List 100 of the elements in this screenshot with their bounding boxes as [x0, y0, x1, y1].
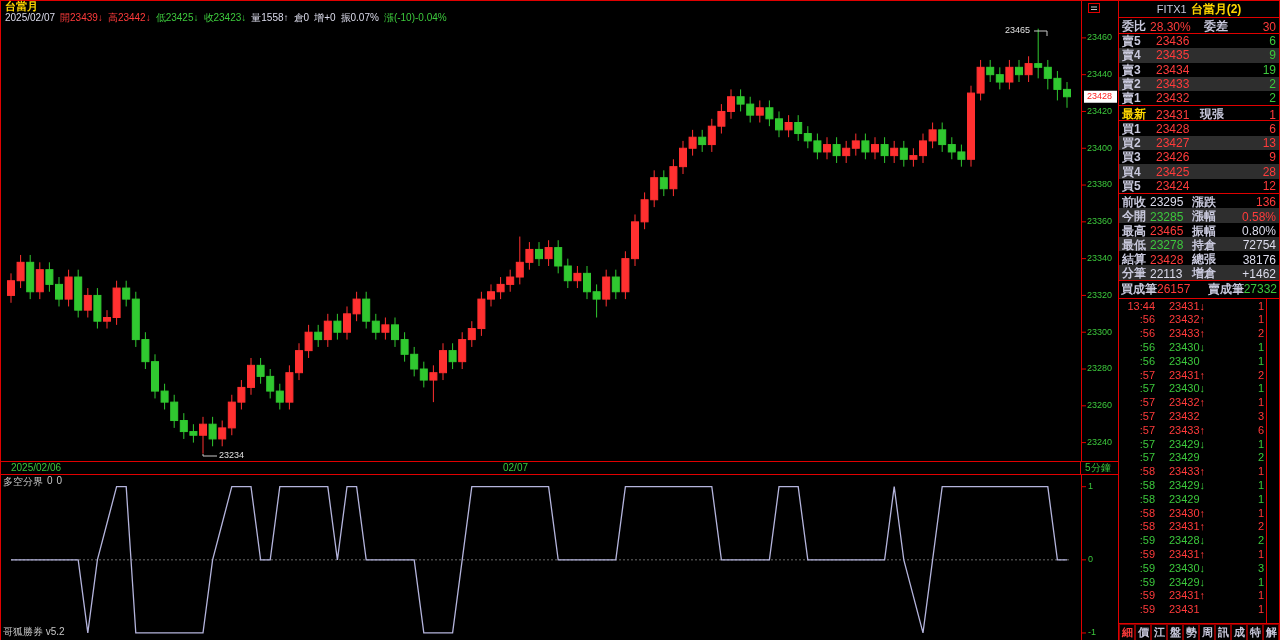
candlestick [573, 265, 582, 289]
panel-tab[interactable]: 特 [1247, 624, 1263, 640]
quote-field: 高23442↓ [107, 12, 151, 23]
tick-quantity: 1 [1256, 465, 1264, 478]
tick-price: 23431 [1168, 603, 1201, 616]
candlestick [1034, 28, 1043, 79]
tick-price: 23429↓ [1168, 479, 1207, 491]
candlestick [755, 99, 764, 123]
tick-quantity: 2 [1256, 520, 1264, 533]
candlestick [448, 342, 457, 370]
candlestick [602, 269, 611, 307]
candlestick [371, 313, 380, 341]
tick-price: 23430 [1168, 354, 1201, 367]
tick-time: :57 [1138, 396, 1155, 409]
tick-price: 23432 [1168, 410, 1201, 422]
bid-quantity: 12 [1261, 178, 1276, 193]
ask-quantity: 2 [1268, 77, 1276, 92]
ask-quantity: 9 [1268, 48, 1276, 63]
axis-label: 23380 [1087, 179, 1113, 190]
axis-label: 23360 [1087, 216, 1113, 227]
axis-label: 23240 [1087, 437, 1113, 447]
ask-price: 23436 [1156, 34, 1191, 49]
tick-time: :57 [1138, 382, 1155, 395]
quote-field: 2025/02/07 [5, 12, 56, 23]
tick-time: :58 [1138, 520, 1155, 533]
tick-price: 23432↑ [1168, 313, 1207, 326]
tick-price: 23429↓ [1168, 437, 1207, 450]
candlestick [275, 383, 284, 410]
stat-label: 總張 [1192, 251, 1217, 267]
panel-tab[interactable]: 解 [1263, 624, 1279, 640]
axis-label: 0 [1088, 554, 1093, 565]
tick-time: :57 [1138, 451, 1155, 464]
stat-label: 最高 [1122, 222, 1147, 239]
candlestick [832, 136, 841, 164]
panel-tab[interactable]: 周 [1199, 624, 1215, 640]
bid-label: 買2 [1122, 135, 1142, 150]
candlestick [64, 269, 73, 307]
candlestick [851, 133, 860, 157]
candlestick [208, 416, 217, 447]
field-label: 現張 [1200, 106, 1225, 124]
axis-label: 23260 [1087, 400, 1113, 411]
tick-quantity: 2 [1256, 327, 1264, 340]
tick-quantity: 1 [1256, 589, 1264, 602]
window-icon[interactable] [1088, 3, 1100, 13]
stat-value: 0.80% [1240, 224, 1276, 239]
symbol-label: FITX1 [1156, 3, 1187, 15]
stat-value: 23278 [1150, 238, 1185, 253]
axis-label: 23340 [1087, 253, 1113, 263]
stat-label: 前收 [1122, 193, 1147, 210]
candlestick [554, 239, 563, 274]
tick-price: 23430↓ [1168, 561, 1207, 574]
tick-time: :59 [1138, 534, 1155, 547]
tick-quantity: 1 [1256, 437, 1264, 450]
tick-time: :57 [1138, 368, 1155, 381]
tick-price: 23428↓ [1168, 534, 1207, 547]
candlestick [458, 331, 467, 370]
panel-tab[interactable]: 細 [1119, 624, 1135, 640]
candlestick [35, 261, 44, 300]
ask-price: 23434 [1156, 62, 1191, 77]
stat-value: 136 [1254, 195, 1276, 210]
panel-tab[interactable]: 價 [1135, 624, 1151, 640]
ask-price: 23432 [1156, 91, 1191, 106]
tick-price: 23433↑ [1168, 327, 1207, 340]
stat-label: 增倉 [1192, 265, 1217, 282]
price-label: 23465 [1005, 25, 1031, 36]
tick-time: :56 [1138, 341, 1155, 354]
stat-value: +1462 [1241, 266, 1276, 281]
candlestick [1024, 55, 1033, 83]
candlestick [880, 136, 889, 164]
tick-quantity: 6 [1256, 423, 1264, 436]
panel-tab[interactable]: 成 [1231, 624, 1247, 640]
axis-label: 23320 [1087, 289, 1113, 300]
tick-time: :59 [1138, 603, 1155, 616]
tick-price: 23432↑ [1168, 396, 1207, 409]
chart-title: 台當月 [5, 1, 39, 12]
tick-quantity: 1 [1256, 313, 1264, 326]
ask-quantity: 2 [1268, 91, 1276, 106]
field-label: 賣成筆 [1207, 281, 1244, 296]
panel-tab[interactable]: 盤 [1167, 624, 1183, 640]
bid-quantity: 13 [1261, 135, 1276, 150]
tick-price: 23431↑ [1168, 589, 1207, 602]
bid-label: 買5 [1122, 178, 1142, 193]
panel-tab[interactable]: 江 [1151, 624, 1167, 640]
tick-quantity: 1 [1256, 299, 1264, 312]
panel-tab[interactable]: 勢 [1183, 624, 1199, 640]
bid-label: 買1 [1122, 121, 1142, 136]
tick-quantity: 1 [1256, 575, 1264, 588]
tick-price: 23433↑ [1168, 465, 1207, 478]
panel-tab[interactable]: 訊 [1215, 624, 1231, 640]
field-value: 26157 [1157, 281, 1191, 296]
field-value: 28.30% [1150, 19, 1192, 34]
candlestick [314, 324, 323, 348]
quote-field: 漲(-10)-0.04% [383, 12, 447, 23]
ask-price: 23435 [1156, 48, 1191, 63]
tick-quantity: 1 [1256, 341, 1264, 354]
axis-label: 23440 [1087, 69, 1113, 80]
stat-value: 22113 [1150, 266, 1184, 281]
interval-label[interactable]: 5分鐘 [1081, 462, 1119, 474]
bid-price: 23428 [1156, 121, 1191, 136]
field-label: 買成筆 [1121, 281, 1157, 296]
